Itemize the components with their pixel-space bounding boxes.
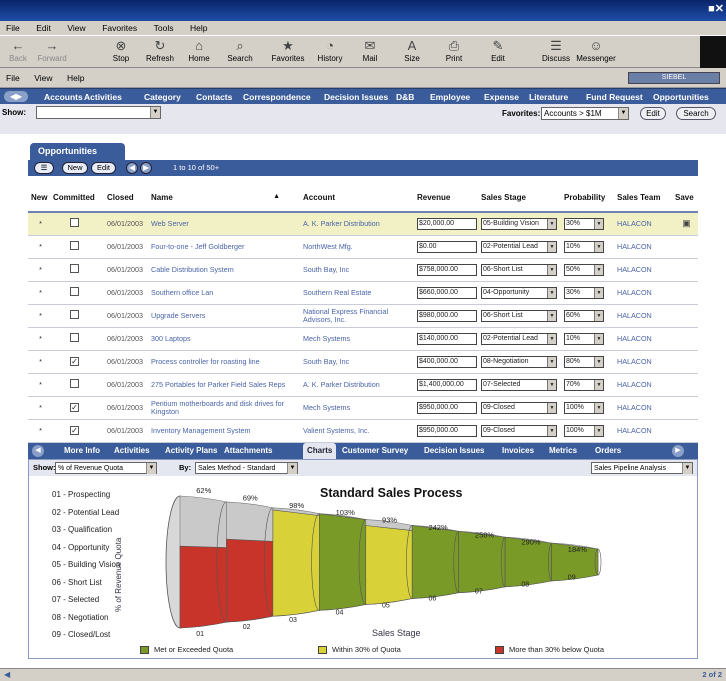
x-tick-label: 03	[289, 617, 297, 624]
funnel-segment-02[interactable]	[226, 538, 274, 623]
x-tick-label: 05	[382, 603, 390, 610]
legend-below-label: More than 30% below Quota	[509, 645, 605, 654]
x-tick-label: 08	[521, 581, 529, 588]
data-label: 184%	[568, 545, 588, 554]
chart-x-axis-label: Sales Stage	[372, 628, 421, 638]
funnel-segment-07[interactable]	[458, 530, 506, 593]
scroll-left-icon[interactable]: ◀	[4, 670, 10, 679]
page-indicator[interactable]: 2 of 2	[702, 670, 722, 679]
legend-swatch-met	[140, 646, 149, 655]
funnel-segment-06[interactable]	[411, 525, 459, 599]
data-label: 242%	[428, 523, 448, 532]
data-label: 93%	[382, 516, 397, 525]
x-tick-label: 02	[243, 624, 251, 631]
legend-swatch-within	[318, 646, 327, 655]
legend-within-label: Within 30% of Quota	[332, 645, 401, 654]
x-tick-label: 01	[196, 631, 204, 638]
chart-y-axis-label: % of Revenue Quota	[114, 537, 123, 612]
data-label: 258%	[475, 530, 495, 539]
data-label: 103%	[336, 508, 356, 517]
data-label: 62%	[196, 486, 211, 495]
funnel-chart: 62% 01 69% 02 98% 03 103% 04 93% 05 242% 06 258% 07 29…	[165, 486, 602, 638]
x-tick-label: 07	[475, 588, 483, 595]
funnel-segment-05[interactable]	[365, 525, 413, 605]
legend-met-label: Met or Exceeded Quota	[154, 645, 234, 654]
legend-below: More than 30% below Quota	[495, 645, 605, 655]
x-tick-label: 04	[336, 610, 344, 617]
x-tick-label: 09	[568, 574, 576, 581]
funnel-segment-01[interactable]	[179, 545, 227, 629]
legend-met: Met or Exceeded Quota	[140, 645, 234, 655]
data-label: 98%	[289, 501, 304, 510]
data-label: 69%	[243, 493, 258, 502]
legend-within: Within 30% of Quota	[318, 645, 401, 655]
data-label: 290%	[521, 538, 541, 547]
legend-swatch-below	[495, 646, 504, 655]
status-bar: ◀ 2 of 2	[0, 668, 726, 681]
funnel-segment-03[interactable]	[272, 509, 320, 617]
x-tick-label: 06	[428, 596, 436, 603]
